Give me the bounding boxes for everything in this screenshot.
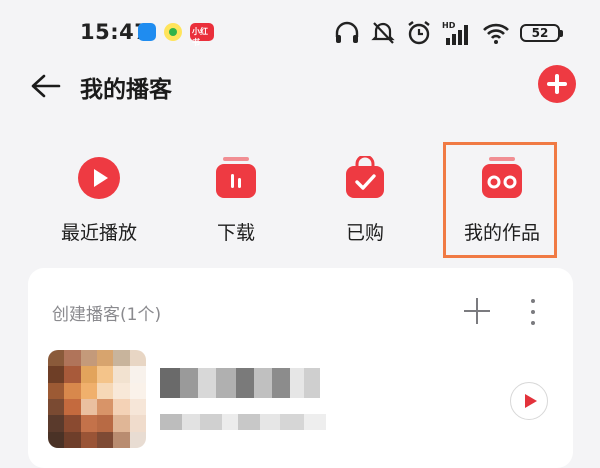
back-button[interactable] [28, 68, 64, 104]
purchased-label: 已购 [345, 222, 384, 244]
created-podcasts-card: 创建播客(1个) [28, 268, 573, 468]
my-works-entry[interactable]: 我的作品 [437, 142, 567, 258]
arrow-left-icon [31, 74, 61, 98]
podcast-title-blurred [160, 368, 320, 398]
my-works-label: 我的作品 [463, 222, 540, 244]
more-options-button[interactable] [526, 297, 540, 327]
hd-signal-icon: HD [442, 21, 468, 45]
page-title: 我的播客 [80, 77, 172, 103]
shopping-bag-icon [346, 154, 384, 198]
download-entry[interactable]: 下载 [171, 150, 301, 245]
battery-level: 52 [531, 26, 549, 40]
map-app-icon [164, 23, 182, 41]
podcast-list-item[interactable] [48, 350, 558, 450]
wifi-icon [483, 23, 509, 44]
status-bar: 15:47 小红书 HD 52 [0, 0, 600, 68]
headphones-icon [335, 21, 359, 43]
recently-played-label: 最近播放 [60, 222, 137, 244]
create-podcast-button[interactable] [464, 298, 490, 324]
podcast-cover-image [48, 350, 146, 448]
recently-played-entry[interactable]: 最近播放 [34, 150, 164, 245]
radio-icon [482, 157, 522, 198]
add-podcast-button[interactable] [538, 65, 576, 103]
red-app-text: 小红书 [192, 27, 208, 47]
download-icon [216, 157, 256, 198]
battery-icon: 52 [520, 24, 563, 42]
podcast-subtitle-blurred [160, 414, 330, 430]
feishu-app-icon [138, 23, 156, 41]
mute-icon [371, 22, 395, 44]
play-button[interactable] [510, 382, 548, 420]
quick-entries: 最近播放 下载 已购 我的作品 [0, 142, 600, 258]
svg-text:HD: HD [442, 21, 456, 30]
play-circle-icon [78, 157, 120, 199]
download-label: 下载 [216, 222, 255, 244]
purchased-entry[interactable]: 已购 [300, 150, 430, 245]
section-title: 创建播客(1个) [52, 305, 162, 325]
red-app-icon: 小红书 [190, 23, 214, 47]
alarm-icon [408, 21, 430, 45]
top-bar: 我的播客 [0, 60, 600, 112]
